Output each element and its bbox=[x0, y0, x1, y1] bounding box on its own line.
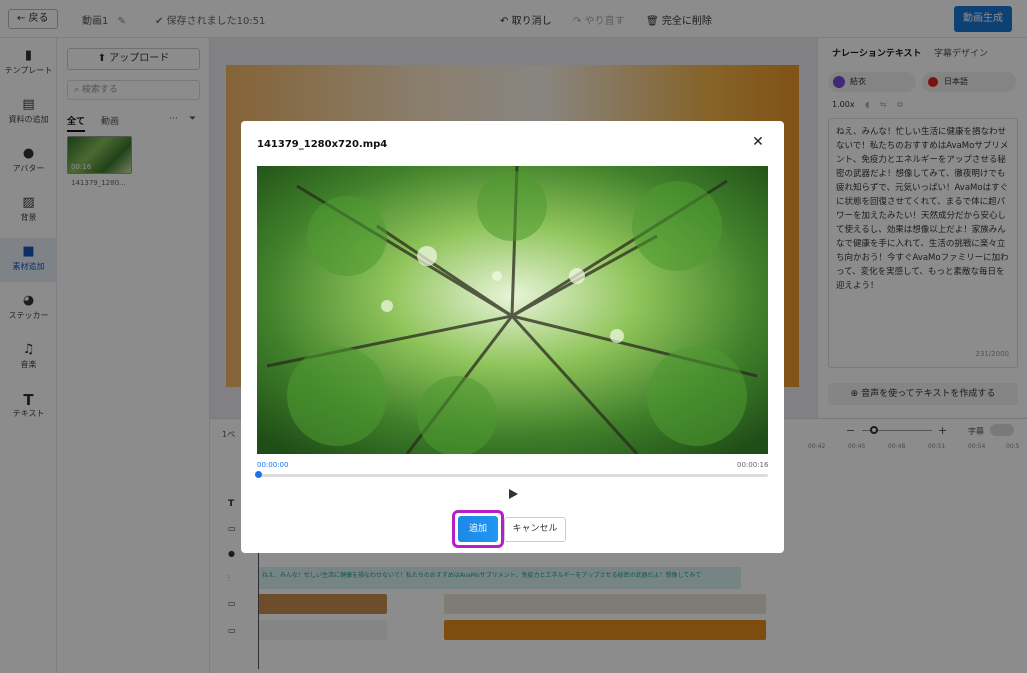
total-time: 00:00:16 bbox=[737, 461, 769, 469]
modal-title: 141379_1280x720.mp4 bbox=[257, 139, 388, 150]
close-icon[interactable]: ✕ bbox=[749, 133, 767, 151]
cancel-button[interactable]: キャンセル bbox=[504, 517, 566, 542]
seek-bar[interactable] bbox=[257, 474, 768, 477]
seek-handle[interactable] bbox=[255, 471, 262, 478]
play-icon[interactable] bbox=[506, 487, 520, 501]
video-preview-modal: 141379_1280x720.mp4 ✕ 00:00:00 00:00:16 … bbox=[241, 121, 784, 553]
current-time: 00:00:00 bbox=[257, 461, 289, 469]
video-player[interactable] bbox=[257, 166, 768, 454]
add-button[interactable]: 追加 bbox=[458, 516, 498, 542]
tree-canopy-image bbox=[257, 166, 768, 454]
